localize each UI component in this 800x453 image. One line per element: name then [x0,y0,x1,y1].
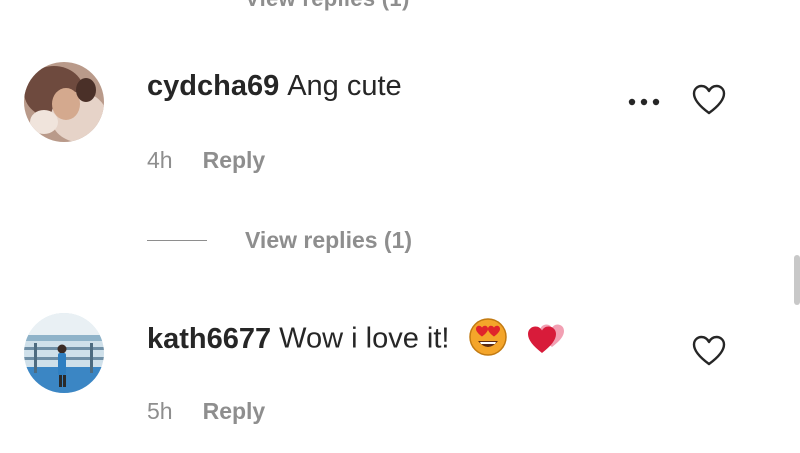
view-replies-divider [147,239,207,241]
comment-username[interactable]: cydcha69 [147,70,279,102]
view-replies-button[interactable]: View replies (1) [147,222,412,258]
comment-time[interactable]: 5h [147,398,173,424]
like-heart-icon[interactable] [692,335,726,367]
avatar[interactable] [24,313,104,393]
user-avatar-icon [24,62,104,142]
reply-button[interactable]: Reply [203,147,266,173]
two-hearts-emoji-icon [527,324,564,353]
user-avatar-icon [24,313,104,393]
like-heart-icon[interactable] [692,84,726,116]
comment-time[interactable]: 4h [147,147,173,173]
comment-username[interactable]: kath6677 [147,323,271,355]
scrollbar-thumb[interactable] [794,255,800,305]
view-replies-label: View replies (1) [245,226,413,253]
comments-panel: View replies (1) cydcha69Ang cute 4hRepl [0,0,800,453]
comment-body: Ang cute [287,70,402,102]
comment-meta: 5h Reply [147,398,265,425]
comment-text: cydcha69 Ang cute [147,70,402,103]
more-options-icon[interactable] [626,92,666,112]
previous-view-replies-link[interactable]: View replies (1) [245,0,410,12]
comment-meta: 4h Reply [147,147,265,174]
comment-body: Wow i love it! [279,322,450,355]
avatar[interactable] [24,62,104,142]
reply-button[interactable]: Reply [203,398,266,424]
comment-text: kath6677 Wow i love it! [147,318,570,360]
heart-eyes-emoji-icon [468,318,507,356]
